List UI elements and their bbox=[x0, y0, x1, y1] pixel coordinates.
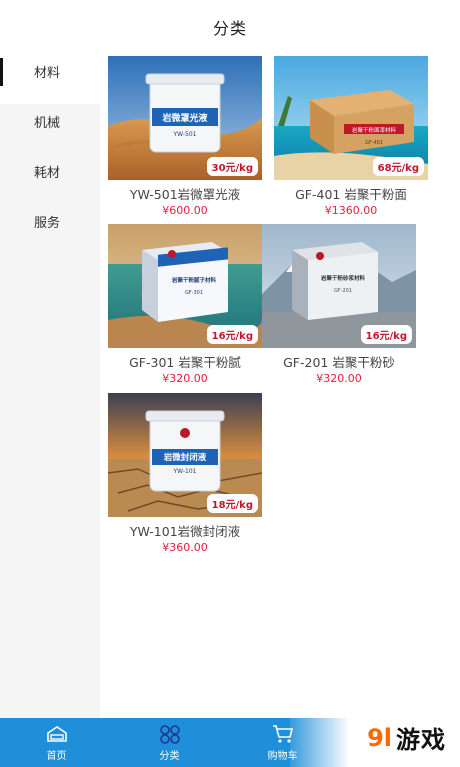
category-icon bbox=[158, 723, 182, 745]
tab-home[interactable]: 首页 bbox=[0, 718, 113, 767]
sidebar-item-services[interactable]: 服务 bbox=[0, 204, 100, 254]
product-price: ¥600.00 bbox=[162, 204, 208, 217]
product-image: 岩聚干粉砂浆材料 GF-201 16元/kg bbox=[262, 224, 416, 348]
sidebar-item-materials[interactable]: 材料 bbox=[0, 54, 100, 104]
package-label: 岩聚干粉面漆材料 bbox=[352, 126, 397, 134]
product-name: GF-401 岩聚干粉面 bbox=[295, 187, 407, 202]
product-price: ¥360.00 bbox=[162, 541, 208, 554]
category-sidebar: 材料 机械 耗材 服务 bbox=[0, 54, 100, 718]
product-price: ¥320.00 bbox=[162, 372, 208, 385]
unit-price-tag: 68元/kg bbox=[372, 157, 424, 176]
product-image: 岩微罩光液 YW-501 30元/kg bbox=[108, 56, 262, 180]
product-price: ¥1360.00 bbox=[324, 204, 378, 217]
unit-price-tag: 16元/kg bbox=[206, 325, 258, 344]
product-image: 岩聚干粉面漆材料 GF-401 68元/kg bbox=[274, 56, 428, 180]
package-model: GF-401 bbox=[365, 140, 383, 146]
site-watermark: 9l 游戏 bbox=[290, 708, 460, 767]
home-icon bbox=[45, 723, 69, 745]
product-image: 岩聚干粉腻子材料 GF-301 16元/kg bbox=[108, 224, 262, 348]
package-label: 岩聚干粉砂浆材料 bbox=[320, 274, 366, 282]
product-name: GF-201 岩聚干粉砂 bbox=[283, 355, 395, 370]
sidebar-item-label: 耗材 bbox=[34, 166, 61, 181]
sidebar-item-label: 机械 bbox=[34, 116, 61, 131]
unit-price-tag: 30元/kg bbox=[206, 157, 258, 176]
package-label: 岩微封闭液 bbox=[163, 452, 207, 463]
sidebar-item-machinery[interactable]: 机械 bbox=[0, 104, 100, 154]
product-card[interactable]: 岩聚干粉砂浆材料 GF-201 16元/kg GF-201 岩聚干粉砂 ¥320… bbox=[262, 224, 416, 385]
product-name: YW-501岩微罩光液 bbox=[129, 187, 241, 202]
sidebar-item-label: 服务 bbox=[34, 216, 61, 231]
product-name: GF-301 岩聚干粉腻 bbox=[129, 355, 241, 370]
package-model: YW-501 bbox=[173, 131, 197, 138]
tab-label: 分类 bbox=[159, 751, 180, 762]
product-price: ¥320.00 bbox=[316, 372, 362, 385]
unit-price-tag: 18元/kg bbox=[206, 494, 258, 513]
top-bar: 分类 bbox=[0, 0, 460, 54]
package-label: 岩微罩光液 bbox=[161, 112, 208, 124]
product-card[interactable]: 岩微罩光液 YW-501 30元/kg YW-501岩微罩光液 ¥600.00 bbox=[108, 56, 262, 217]
sidebar-item-label: 材料 bbox=[34, 66, 61, 81]
package-label: 岩聚干粉腻子材料 bbox=[171, 276, 217, 284]
page-title: 分类 bbox=[212, 19, 247, 38]
watermark-text: 游戏 bbox=[396, 726, 446, 754]
product-content: 岩微罩光液 YW-501 30元/kg YW-501岩微罩光液 ¥600.00 bbox=[100, 54, 460, 718]
unit-price-tag: 16元/kg bbox=[360, 325, 412, 344]
package-model: YW-101 bbox=[173, 468, 197, 475]
product-card[interactable]: 岩微封闭液 YW-101 18元/kg YW-101岩微封闭液 ¥360.00 bbox=[108, 393, 262, 554]
product-card[interactable]: 岩聚干粉面漆材料 GF-401 68元/kg GF-401 岩聚干粉面 ¥136… bbox=[274, 56, 428, 217]
sidebar-item-consumables[interactable]: 耗材 bbox=[0, 154, 100, 204]
product-image: 岩微封闭液 YW-101 18元/kg bbox=[108, 393, 262, 517]
product-name: YW-101岩微封闭液 bbox=[129, 524, 241, 539]
tab-category[interactable]: 分类 bbox=[113, 718, 226, 767]
product-card[interactable]: 岩聚干粉腻子材料 GF-301 16元/kg GF-301 岩聚干粉腻 ¥320… bbox=[108, 224, 262, 385]
watermark-logo: 9l bbox=[367, 723, 392, 752]
package-model: GF-301 bbox=[185, 290, 203, 296]
package-model: GF-201 bbox=[334, 288, 352, 294]
tab-label: 首页 bbox=[46, 751, 67, 762]
